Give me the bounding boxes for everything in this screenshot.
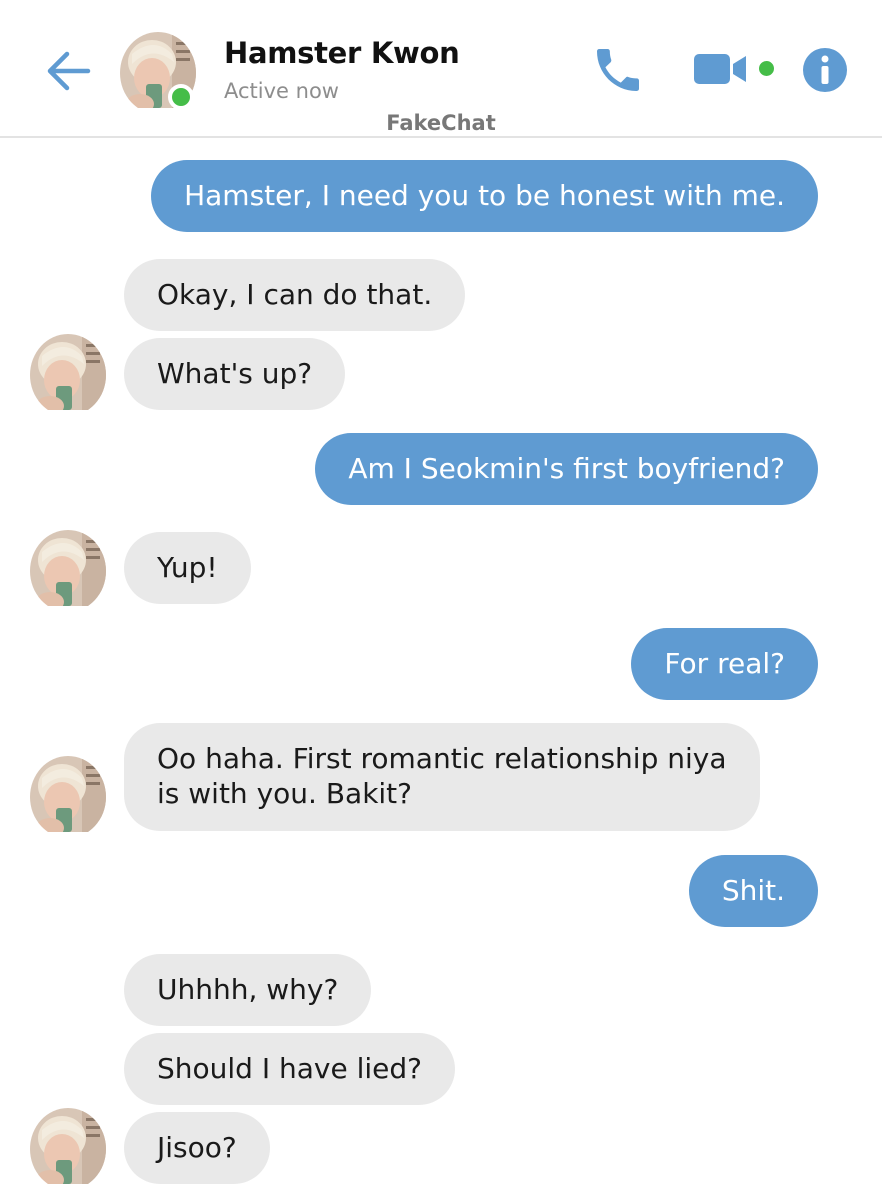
sender-avatar — [30, 334, 106, 410]
contact-status: Active now — [224, 79, 339, 103]
chat-header: Hamster Kwon Active now FakeChat — [0, 0, 882, 138]
app-watermark: FakeChat — [386, 111, 496, 135]
message-bubble-sent[interactable]: Hamster, I need you to be honest with me… — [151, 160, 818, 232]
sender-avatar — [30, 1108, 106, 1184]
message-bubble-received[interactable]: Okay, I can do that. — [124, 259, 466, 331]
message-bubble-received[interactable]: Jisoo? — [124, 1112, 270, 1184]
message-bubble-received[interactable]: Should I have lied? — [124, 1033, 456, 1105]
message-bubble-received[interactable]: What's up? — [124, 338, 346, 410]
arrow-left-icon — [47, 51, 91, 91]
video-active-dot — [759, 61, 774, 76]
back-button[interactable] — [38, 40, 98, 100]
message-bubble-received[interactable]: Yup! — [124, 532, 251, 604]
sender-avatar — [30, 530, 106, 606]
info-icon — [803, 48, 847, 92]
message-line: is with you. Bakit? — [157, 777, 413, 810]
message-line: Oo haha. First romantic relationship niy… — [157, 742, 727, 775]
message-bubble-received[interactable]: Uhhhh, why? — [124, 954, 372, 1026]
message-bubble-sent[interactable]: Am I Seokmin's first boyfriend? — [315, 433, 818, 505]
video-camera-icon — [694, 54, 746, 84]
call-button[interactable] — [590, 42, 646, 98]
contact-name[interactable]: Hamster Kwon — [224, 36, 460, 70]
phone-icon — [597, 49, 639, 91]
online-status-dot — [168, 84, 194, 110]
message-bubble-received[interactable]: Oo haha. First romantic relationship niy… — [124, 723, 760, 831]
message-bubble-sent[interactable]: Shit. — [688, 855, 818, 927]
sender-avatar — [30, 756, 106, 832]
message-bubble-sent[interactable]: For real? — [631, 628, 818, 700]
info-button[interactable] — [801, 46, 849, 94]
video-call-button[interactable] — [690, 44, 752, 94]
